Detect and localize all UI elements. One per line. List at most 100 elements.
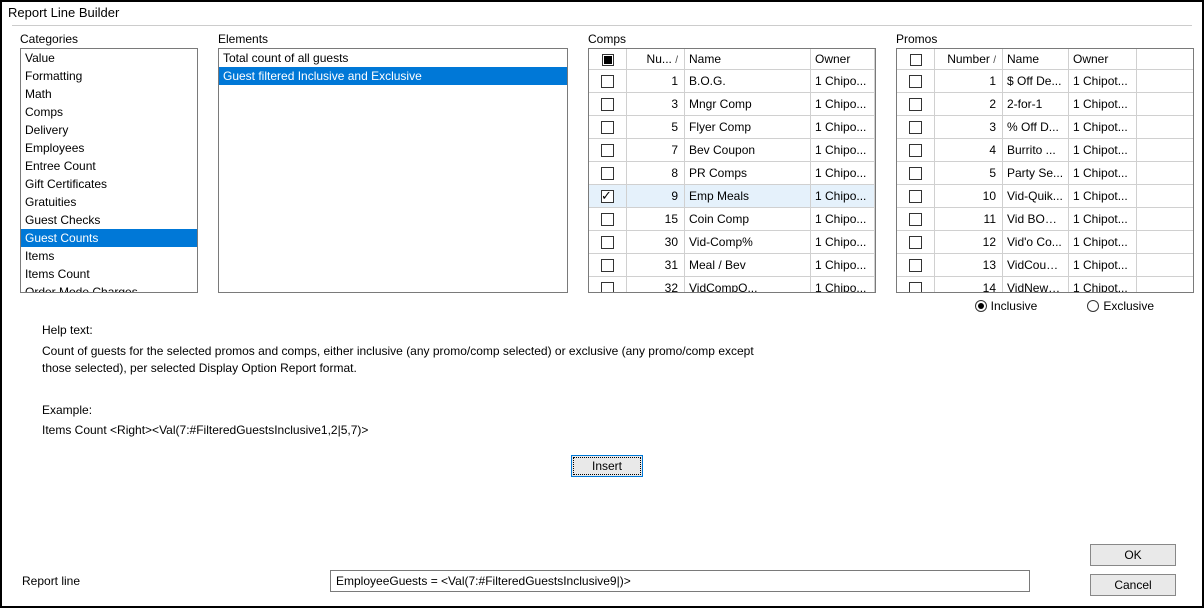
comps-row[interactable]: 5Flyer Comp1 Chipo...	[589, 116, 875, 139]
comps-row[interactable]: 15Coin Comp1 Chipo...	[589, 208, 875, 231]
promos-row[interactable]: 22-for-11 Chipot...	[897, 93, 1193, 116]
row-owner: 1 Chipot...	[1069, 70, 1137, 92]
promos-row[interactable]: 14VidNewP...1 Chipot...	[897, 277, 1193, 293]
row-name: Coin Comp	[685, 208, 811, 230]
category-item[interactable]: Gratuities	[21, 193, 197, 211]
row-checkbox[interactable]	[909, 167, 922, 180]
category-item[interactable]: Guest Counts	[21, 229, 197, 247]
row-owner: 1 Chipo...	[811, 185, 875, 207]
row-name: Mngr Comp	[685, 93, 811, 115]
row-checkbox[interactable]	[601, 75, 614, 88]
comps-row[interactable]: 1B.O.G.1 Chipo...	[589, 70, 875, 93]
comps-row[interactable]: 30Vid-Comp%1 Chipo...	[589, 231, 875, 254]
row-checkbox[interactable]	[601, 167, 614, 180]
row-checkbox[interactable]	[601, 236, 614, 249]
row-owner: 1 Chipo...	[811, 277, 875, 293]
promos-row[interactable]: 4Burrito ...1 Chipot...	[897, 139, 1193, 162]
row-name: VidNewP...	[1003, 277, 1069, 293]
row-checkbox[interactable]	[601, 282, 614, 293]
row-checkbox[interactable]	[909, 282, 922, 293]
insert-button[interactable]: Insert	[571, 455, 643, 477]
row-checkbox[interactable]	[909, 144, 922, 157]
row-number: 9	[627, 185, 685, 207]
row-checkbox[interactable]	[601, 190, 614, 203]
row-name: B.O.G.	[685, 70, 811, 92]
comps-header-number[interactable]: Nu...	[647, 52, 672, 66]
row-checkbox[interactable]	[909, 75, 922, 88]
category-item[interactable]: Math	[21, 85, 197, 103]
category-item[interactable]: Delivery	[21, 121, 197, 139]
exclusive-radio[interactable]: Exclusive	[1087, 299, 1154, 313]
comps-header: Nu... / Name Owner	[589, 49, 875, 70]
category-item[interactable]: Value	[21, 49, 197, 67]
promos-row[interactable]: 1$ Off De...1 Chipot...	[897, 70, 1193, 93]
category-item[interactable]: Entree Count	[21, 157, 197, 175]
row-name: Emp Meals	[685, 185, 811, 207]
row-name: Bev Coupon	[685, 139, 811, 161]
row-checkbox[interactable]	[909, 98, 922, 111]
row-owner: 1 Chipot...	[1069, 231, 1137, 253]
elements-label: Elements	[218, 32, 568, 46]
comps-row[interactable]: 3Mngr Comp1 Chipo...	[589, 93, 875, 116]
comps-grid[interactable]: Nu... / Name Owner 1B.O.G.1 Chipo...3Mng…	[588, 48, 876, 293]
element-item[interactable]: Total count of all guests	[219, 49, 567, 67]
promos-row[interactable]: 11Vid BOG...1 Chipot...	[897, 208, 1193, 231]
comps-select-all-checkbox[interactable]	[602, 54, 614, 66]
category-item[interactable]: Order Mode Charges	[21, 283, 197, 293]
row-number: 11	[935, 208, 1003, 230]
report-line-input[interactable]	[330, 570, 1030, 592]
comps-header-owner[interactable]: Owner	[811, 49, 875, 69]
comps-row[interactable]: 31Meal / Bev1 Chipo...	[589, 254, 875, 277]
row-checkbox[interactable]	[601, 144, 614, 157]
row-checkbox[interactable]	[909, 259, 922, 272]
promos-row[interactable]: 3% Off D...1 Chipot...	[897, 116, 1193, 139]
inclusive-radio[interactable]: Inclusive	[975, 299, 1038, 313]
row-checkbox[interactable]	[601, 213, 614, 226]
comps-row[interactable]: 7Bev Coupon1 Chipo...	[589, 139, 875, 162]
row-name: Party Se...	[1003, 162, 1069, 184]
row-checkbox[interactable]	[601, 121, 614, 134]
category-item[interactable]: Items Count	[21, 265, 197, 283]
row-name: Flyer Comp	[685, 116, 811, 138]
promos-header-number[interactable]: Number	[947, 52, 990, 66]
row-owner: 1 Chipo...	[811, 254, 875, 276]
row-checkbox[interactable]	[909, 121, 922, 134]
category-item[interactable]: Comps	[21, 103, 197, 121]
ok-button[interactable]: OK	[1090, 544, 1176, 566]
promos-row[interactable]: 12Vid'o Co...1 Chipot...	[897, 231, 1193, 254]
elements-listbox[interactable]: Total count of all guestsGuest filtered …	[218, 48, 568, 293]
categories-listbox[interactable]: ValueFormattingMathCompsDeliveryEmployee…	[20, 48, 198, 293]
row-checkbox[interactable]	[909, 213, 922, 226]
comps-header-name[interactable]: Name	[685, 49, 811, 69]
comps-row[interactable]: 9Emp Meals1 Chipo...	[589, 185, 875, 208]
row-number: 5	[627, 116, 685, 138]
promos-select-all-checkbox[interactable]	[910, 54, 922, 66]
promos-row[interactable]: 5Party Se...1 Chipot...	[897, 162, 1193, 185]
promos-header-owner[interactable]: Owner	[1069, 49, 1137, 69]
cancel-button[interactable]: Cancel	[1090, 574, 1176, 596]
promos-grid[interactable]: Number / Name Owner 1$ Off De...1 Chipot…	[896, 48, 1194, 293]
promos-row[interactable]: 10Vid-Quik...1 Chipot...	[897, 185, 1193, 208]
row-number: 4	[935, 139, 1003, 161]
row-number: 1	[935, 70, 1003, 92]
row-owner: 1 Chipot...	[1069, 93, 1137, 115]
row-checkbox[interactable]	[601, 98, 614, 111]
row-checkbox[interactable]	[601, 259, 614, 272]
element-item[interactable]: Guest filtered Inclusive and Exclusive	[219, 67, 567, 85]
category-item[interactable]: Items	[21, 247, 197, 265]
row-checkbox[interactable]	[909, 236, 922, 249]
comps-row[interactable]: 8PR Comps1 Chipo...	[589, 162, 875, 185]
row-checkbox[interactable]	[909, 190, 922, 203]
category-item[interactable]: Formatting	[21, 67, 197, 85]
row-number: 14	[935, 277, 1003, 293]
category-item[interactable]: Guest Checks	[21, 211, 197, 229]
help-text: Count of guests for the selected promos …	[42, 343, 762, 377]
row-owner: 1 Chipot...	[1069, 139, 1137, 161]
promos-header-name[interactable]: Name	[1003, 49, 1069, 69]
row-owner: 1 Chipo...	[811, 162, 875, 184]
promos-row[interactable]: 13VidCoupon1 Chipot...	[897, 254, 1193, 277]
category-item[interactable]: Employees	[21, 139, 197, 157]
category-item[interactable]: Gift Certificates	[21, 175, 197, 193]
row-owner: 1 Chipo...	[811, 208, 875, 230]
comps-row[interactable]: 32VidCompO...1 Chipo...	[589, 277, 875, 293]
